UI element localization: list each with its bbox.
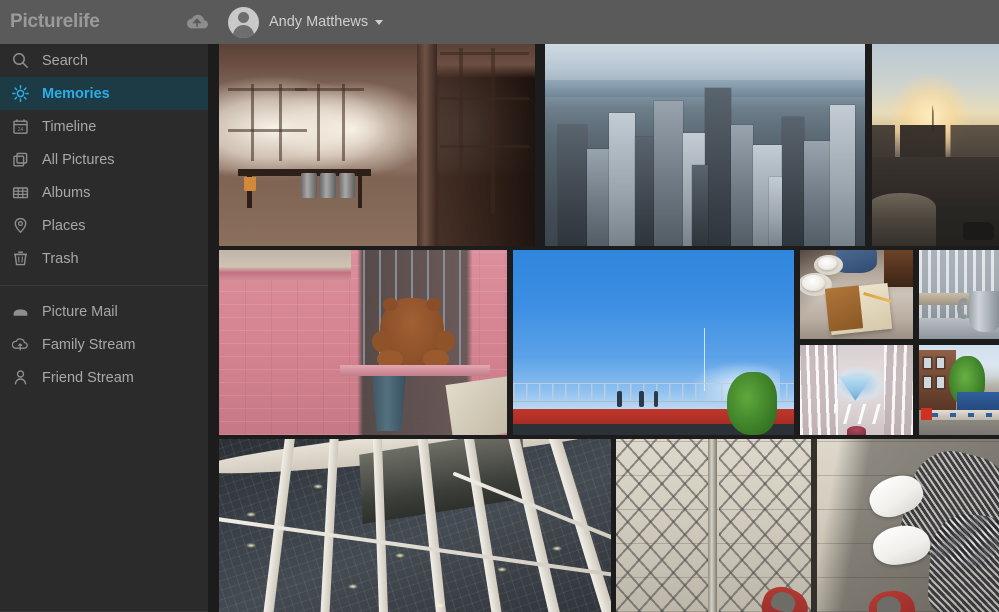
sidebar-item-label: Places xyxy=(42,217,86,234)
sidebar-item-label: All Pictures xyxy=(42,151,115,168)
map-pin-icon xyxy=(12,216,36,236)
sidebar-item-label: Timeline xyxy=(42,118,97,135)
envelope-icon xyxy=(12,302,36,322)
sidebar-item-family-stream[interactable]: Family Stream xyxy=(0,328,208,361)
photo-image-sky xyxy=(513,250,794,435)
photo-image-mug xyxy=(919,250,999,339)
photo-thumbnail[interactable] xyxy=(872,44,999,246)
grid-icon xyxy=(12,183,36,203)
photo-image-cafe xyxy=(800,250,913,339)
trash-icon xyxy=(12,249,36,269)
sidebar-item-picture-mail[interactable]: Picture Mail xyxy=(0,295,208,328)
person-icon xyxy=(12,368,36,388)
sidebar-divider xyxy=(0,285,208,286)
photo-image-fence xyxy=(616,439,999,612)
sidebar-item-timeline[interactable]: 24 Timeline xyxy=(0,110,208,143)
sidebar-item-label: Family Stream xyxy=(42,336,136,353)
sidebar-item-memories[interactable]: Memories xyxy=(0,77,208,110)
cloud-upload-icon[interactable] xyxy=(184,11,210,33)
photo-image-nyc xyxy=(545,44,865,246)
calendar-icon: 24 xyxy=(12,117,36,137)
sidebar-item-trash[interactable]: Trash xyxy=(0,242,208,275)
photo-thumbnail[interactable] xyxy=(545,44,865,246)
user-name: Andy Matthews xyxy=(269,14,369,30)
sidebar-item-label: Search xyxy=(42,52,88,69)
photo-image-loft xyxy=(219,44,535,246)
avatar xyxy=(228,6,259,38)
app-logo[interactable]: Picturelife xyxy=(0,11,208,33)
photo-image-ceiling xyxy=(219,439,611,612)
sidebar-item-albums[interactable]: Albums xyxy=(0,176,208,209)
photo-image-sunset xyxy=(872,44,999,246)
sidebar-item-label: Picture Mail xyxy=(42,303,118,320)
sidebar-item-label: Memories xyxy=(42,85,110,102)
photo-thumbnail[interactable] xyxy=(219,44,535,246)
photo-image-atrium xyxy=(800,345,913,435)
photo-thumbnail[interactable] xyxy=(219,439,611,612)
top-header-bar: Picturelife Andy Matthews xyxy=(0,0,999,44)
sidebar-item-friend-stream[interactable]: Friend Stream xyxy=(0,361,208,394)
sidebar-item-all-pictures[interactable]: All Pictures xyxy=(0,143,208,176)
photo-thumbnail[interactable] xyxy=(800,250,913,339)
svg-text:24: 24 xyxy=(18,127,24,133)
photo-thumbnail[interactable] xyxy=(919,250,999,339)
user-menu[interactable]: Andy Matthews xyxy=(228,6,384,38)
stack-icon xyxy=(12,150,36,170)
photo-image-pink xyxy=(219,250,507,435)
sidebar-item-search[interactable]: Search xyxy=(0,44,208,77)
photo-image-street xyxy=(919,345,999,435)
sun-icon xyxy=(12,84,36,104)
sidebar-item-places[interactable]: Places xyxy=(0,209,208,242)
search-icon xyxy=(12,51,36,71)
sidebar: Search Memories 24 Timeline All Pictures… xyxy=(0,44,208,612)
caret-down-icon[interactable] xyxy=(375,19,384,25)
photo-thumbnail[interactable] xyxy=(919,345,999,435)
cloud-share-icon xyxy=(12,335,36,355)
photo-thumbnail[interactable] xyxy=(800,345,913,435)
photo-grid xyxy=(208,44,999,612)
sidebar-item-label: Friend Stream xyxy=(42,369,134,386)
sidebar-item-label: Trash xyxy=(42,250,79,267)
photo-thumbnail[interactable] xyxy=(219,250,507,435)
photo-thumbnail[interactable] xyxy=(513,250,794,435)
sidebar-item-label: Albums xyxy=(42,184,91,201)
photo-thumbnail[interactable] xyxy=(616,439,999,612)
